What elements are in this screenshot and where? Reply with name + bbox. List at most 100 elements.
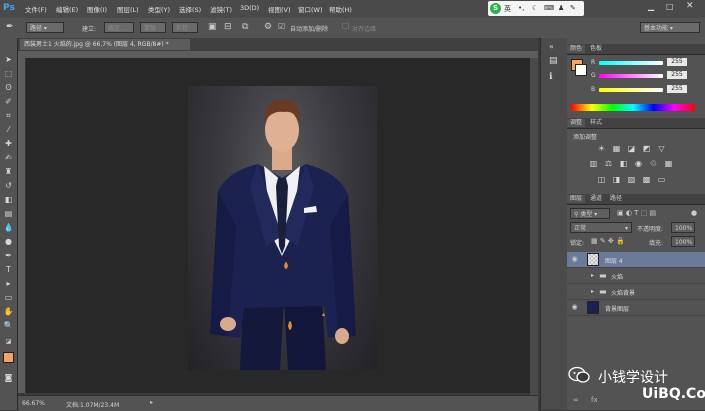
selective-color-icon[interactable]: ▩ [642,175,651,184]
zoom-tool-icon[interactable]: 🔍 [3,320,14,331]
channel-mixer-icon[interactable]: ♲ [649,159,658,168]
menu-layer[interactable]: 图层(L) [117,4,139,14]
brush-tool-icon[interactable]: ✍ [3,152,14,163]
channel-g-slider[interactable] [599,74,663,78]
gradient-tool-icon[interactable]: ▤ [3,208,14,219]
eyedropper-tool-icon[interactable]: ⁄ [3,124,14,135]
menu-help[interactable]: 帮助(H) [329,4,352,14]
path-alignment-icon[interactable]: ⊟ [224,22,232,32]
wrench-icon[interactable]: ✎ [570,4,576,12]
menu-image[interactable]: 图像(I) [87,4,107,14]
marquee-tool-icon[interactable]: ⬚ [3,68,14,79]
keyboard-icon[interactable]: ⌨ [544,4,554,12]
ime-toolbar[interactable]: S 英 •, ☾ ⌨ ♟ ✎ [488,1,584,16]
menu-type[interactable]: 类型(Y) [148,4,170,14]
document-tab[interactable]: 西装男士1 火焰的.jpg @ 66.7% (图层 4, RGB/8#) * [20,39,190,50]
tab-styles[interactable]: 样式 [587,119,605,127]
status-menu-arrow-icon[interactable]: ▸ [150,399,153,406]
vibrance-icon[interactable]: ▽ [657,144,666,153]
layer-fx-icon[interactable]: fx [591,396,598,404]
fill-input[interactable]: 100% [671,236,695,247]
collapse-panels-icon[interactable]: « [549,42,554,51]
quick-select-tool-icon[interactable]: ✐ [3,96,14,107]
ime-lang[interactable]: 英 [504,4,511,14]
close-icon[interactable]: ✕ [686,1,694,11]
menu-3d[interactable]: 3D(D) [240,4,259,12]
tab-adjustments[interactable]: 调整 [567,119,586,127]
gear-icon[interactable]: ⚙ [264,22,272,32]
dodge-tool-icon[interactable]: ● [3,236,14,247]
levels-icon[interactable]: ▦ [612,144,621,153]
mask-button[interactable]: 蒙版 [140,22,166,33]
document-image[interactable] [188,86,377,370]
channel-g-value[interactable]: 255 [667,71,687,79]
default-colors-icon[interactable]: ◪ [3,336,14,347]
document-size[interactable]: 文档:1.07M/23.4M [66,400,119,409]
shape-button[interactable]: 形状 [172,22,198,33]
hue-saturation-icon[interactable]: ▥ [589,159,598,168]
eye-icon[interactable]: ◉ [570,255,579,264]
properties-panel-icon[interactable]: ℹ [549,72,552,82]
lock-icons[interactable]: ▦ ✎ ✥ 🔒 [591,237,625,245]
opacity-input[interactable]: 100% [671,222,695,233]
layer-row-layer4[interactable]: ◉ 图层 4 [567,252,705,268]
menu-window[interactable]: 窗口(W) [298,4,323,14]
pen-tool-icon[interactable]: ✒ [6,22,14,32]
menu-file[interactable]: 文件(F) [25,4,47,14]
exposure-icon[interactable]: ◩ [642,144,651,153]
layer-row-flame-group[interactable]: ▸ ▬ 火焰 [567,268,705,284]
healing-brush-tool-icon[interactable]: ✚ [3,138,14,149]
color-spectrum-bar[interactable] [571,104,695,111]
crop-tool-icon[interactable]: ⌗ [3,110,14,121]
gradient-map-icon[interactable]: ▭ [657,175,666,184]
channel-r-value[interactable]: 255 [667,58,687,66]
hand-tool-icon[interactable]: ✋ [3,306,14,317]
filter-pixel-icon[interactable]: ▣ ◐ T ⬚ ▤ [617,209,656,217]
menu-select[interactable]: 选择(S) [179,4,201,14]
menu-view[interactable]: 视图(V) [268,4,291,14]
threshold-icon[interactable]: ▨ [627,175,636,184]
posterize-icon[interactable]: ◨ [612,175,621,184]
layer-link-icon[interactable]: ∞ [573,396,579,404]
curves-icon[interactable]: ◪ [627,144,636,153]
maximize-icon[interactable]: □ [666,2,674,11]
minimize-icon[interactable]: ▁ [648,2,654,11]
type-tool-icon[interactable]: T [3,264,14,275]
invert-icon[interactable]: ◫ [597,175,606,184]
clone-stamp-tool-icon[interactable]: ♜ [3,166,14,177]
selection-button[interactable]: 选区... [104,22,134,33]
shape-tool-icon[interactable]: ▭ [3,292,14,303]
user-icon[interactable]: ♟ [558,4,564,12]
tab-layers[interactable]: 图层 [567,195,586,203]
layer-row-background[interactable]: ◉ 背景图层 [567,300,705,316]
zoom-level[interactable]: 66.67% [22,400,45,407]
channel-b-value[interactable]: 255 [667,85,687,93]
path-operations-icon[interactable]: ▣ [208,22,217,32]
tab-paths[interactable]: 路径 [607,195,625,203]
path-select-tool-icon[interactable]: ▸ [3,278,14,289]
auto-add-delete-checkbox[interactable]: ☑ [278,22,285,31]
expand-arrow-icon[interactable]: ▸ [591,272,594,279]
brightness-icon[interactable]: ☀ [597,144,606,153]
expand-arrow-icon[interactable]: ▸ [591,288,594,295]
moon-icon[interactable]: ☾ [532,4,538,12]
channel-r-slider[interactable] [599,61,663,65]
align-edges-checkbox[interactable]: ☐ [342,22,349,31]
blend-mode-select[interactable]: 正常 ▾ [570,222,632,233]
lasso-tool-icon[interactable]: ʘ [3,82,14,93]
blur-tool-icon[interactable]: 💧 [3,222,14,233]
filter-toggle-icon[interactable]: ● [691,209,697,217]
color-balance-icon[interactable]: ⚖ [604,159,613,168]
layer-row-flame-bg-group[interactable]: ▸ ▬ 火焰背景 [567,284,705,300]
tab-swatches[interactable]: 色板 [587,45,605,53]
history-brush-tool-icon[interactable]: ↺ [3,180,14,191]
tab-color[interactable]: 颜色 [567,45,586,53]
menu-edit[interactable]: 编辑(E) [56,4,78,14]
quick-mask-icon[interactable]: ◙ [3,372,14,383]
eraser-tool-icon[interactable]: ◧ [3,194,14,205]
layer-filter-select[interactable]: ⚲ 类型 ▾ [570,208,610,219]
color-lookup-icon[interactable]: ▦ [664,159,673,168]
punctuation-icon[interactable]: •, [518,4,524,12]
black-white-icon[interactable]: ◧ [619,159,628,168]
move-tool-icon[interactable]: ➤ [3,54,14,65]
